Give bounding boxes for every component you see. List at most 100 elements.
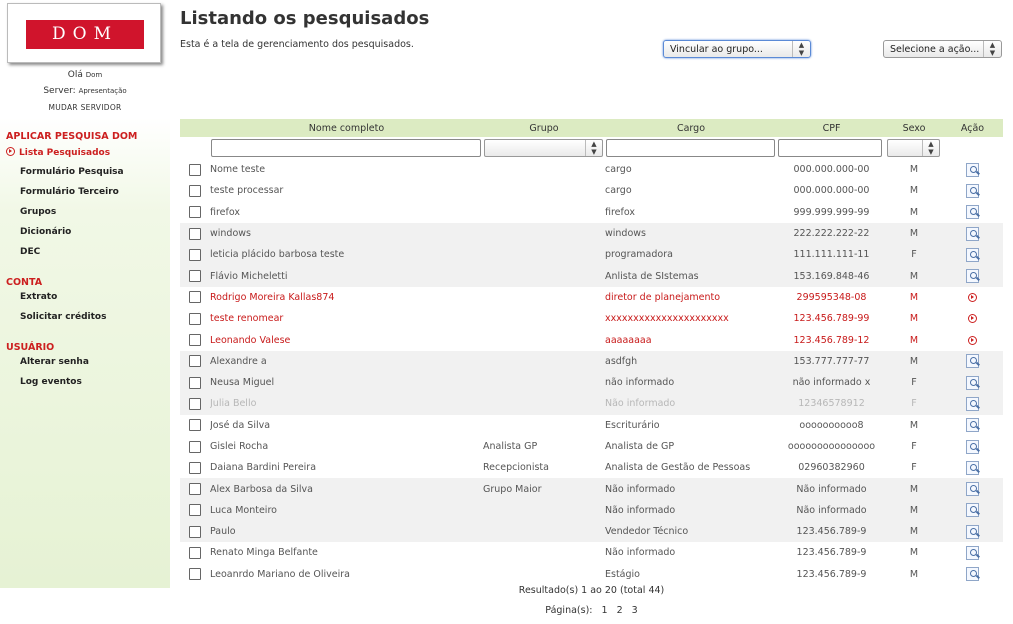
- cell-acao: [942, 265, 1003, 287]
- filter-cpf-input[interactable]: [778, 139, 882, 157]
- view-details-icon[interactable]: [966, 524, 979, 539]
- apply-search-icon[interactable]: [968, 292, 977, 302]
- table-row[interactable]: Leoanrdo Mariano de Oliveira Estágio 123.4…: [180, 564, 1003, 585]
- table-row[interactable]: firefox firefox 999.999.999-99 M: [180, 202, 1003, 223]
- table-row[interactable]: leticia plácido barbosa teste programador…: [180, 244, 1003, 266]
- cell-nome: Alexandre a: [210, 350, 483, 372]
- view-details-icon[interactable]: [966, 460, 979, 475]
- table-row[interactable]: teste processar cargo 000.000.000-00 M: [180, 180, 1003, 201]
- row-checkbox[interactable]: [189, 248, 201, 261]
- row-checkbox[interactable]: [189, 525, 201, 538]
- view-details-icon[interactable]: [966, 205, 979, 220]
- view-details-icon[interactable]: [966, 247, 979, 262]
- row-checkbox[interactable]: [189, 397, 201, 410]
- cell-cpf: 123.456.789-12: [793, 334, 870, 346]
- row-checkbox[interactable]: [189, 291, 201, 304]
- table-row[interactable]: José da Silva Escriturário oooooooooo8 M: [180, 415, 1003, 436]
- row-checkbox[interactable]: [189, 184, 201, 197]
- cell-grupo: Grupo Maior: [483, 478, 605, 500]
- view-details-icon[interactable]: [966, 269, 979, 284]
- table-row[interactable]: teste renomear xxxxxxxxxxxxxxxxxxxxxx 123.…: [180, 308, 1003, 329]
- sidebar-item-lista-pesquisados[interactable]: Lista Pesquisados: [6, 147, 110, 158]
- view-details-icon[interactable]: [966, 162, 979, 177]
- group-select[interactable]: Vincular ao grupo... ▲ ▼: [663, 40, 811, 58]
- row-checkbox[interactable]: [189, 440, 201, 453]
- cell-cpf: 123.456.789-9: [796, 568, 867, 580]
- table-row[interactable]: Paulo Vendedor Técnico 123.456.789-9 M: [180, 521, 1003, 543]
- column-header-sexo[interactable]: Sexo: [886, 119, 942, 137]
- filter-cargo-input[interactable]: [606, 139, 775, 157]
- column-header-cpf[interactable]: CPF: [777, 119, 886, 137]
- page-subtitle: Esta é a tela de gerenciamento dos pesqu…: [180, 39, 414, 50]
- view-details-icon[interactable]: [966, 183, 979, 198]
- sidebar-item-dicionario[interactable]: Dicionário: [20, 227, 71, 237]
- row-checkbox[interactable]: [189, 312, 201, 325]
- column-header-cargo[interactable]: Cargo: [605, 119, 777, 137]
- table-row[interactable]: Alex Barbosa da Silva Grupo Maior Não info…: [180, 478, 1003, 500]
- filter-sexo-select[interactable]: ▲ ▼: [887, 139, 940, 157]
- cell-nome: firefox: [210, 206, 241, 218]
- row-checkbox[interactable]: [189, 206, 201, 219]
- sidebar-item-grupos[interactable]: Grupos: [20, 207, 56, 217]
- view-details-icon[interactable]: [966, 375, 979, 390]
- page-link-1[interactable]: 1: [602, 605, 608, 616]
- view-details-icon[interactable]: [966, 418, 979, 433]
- row-checkbox[interactable]: [189, 568, 201, 581]
- cell-acao: [942, 499, 1003, 522]
- row-checkbox[interactable]: [189, 270, 201, 283]
- view-details-icon[interactable]: [966, 503, 979, 518]
- sidebar-item-dec[interactable]: DEC: [20, 247, 40, 257]
- table-row[interactable]: Nome teste cargo 000.000.000-00 M: [180, 159, 1003, 180]
- change-server-link[interactable]: MUDAR SERVIDOR: [0, 103, 170, 112]
- table-row[interactable]: Luca Monteiro Não informado Não informado M: [180, 499, 1003, 522]
- page-link-3[interactable]: 3: [632, 605, 638, 616]
- view-details-icon[interactable]: [966, 396, 979, 411]
- sidebar-item-formulario-terceiro[interactable]: Formulário Terceiro: [20, 187, 119, 197]
- view-details-icon[interactable]: [966, 567, 979, 582]
- sidebar-item-log-eventos[interactable]: Log eventos: [20, 377, 82, 387]
- view-details-icon[interactable]: [966, 439, 979, 454]
- table-row[interactable]: Renato Minga Belfante Não informado 123.45…: [180, 542, 1003, 563]
- apply-search-icon[interactable]: [968, 335, 977, 345]
- table-row[interactable]: Neusa Miguel não informado não informado x…: [180, 371, 1003, 394]
- row-checkbox[interactable]: [189, 334, 201, 347]
- column-header-grupo[interactable]: Grupo: [483, 119, 605, 137]
- cell-nome: windows: [210, 222, 483, 245]
- table-row[interactable]: windows windows 222.222.222-22 M: [180, 222, 1003, 245]
- table-row[interactable]: Flávio Micheletti Anlista de SIstemas 153.…: [180, 265, 1003, 287]
- view-details-icon[interactable]: [966, 545, 979, 560]
- table-row[interactable]: Daiana Bardini Pereira Recepcionista Anali…: [180, 457, 1003, 478]
- view-details-icon[interactable]: [966, 354, 979, 369]
- table-row[interactable]: Alexandre a asdfgh 153.777.777-77 M: [180, 350, 1003, 372]
- sidebar-item-extrato[interactable]: Extrato: [20, 292, 57, 302]
- filter-grupo-select[interactable]: ▲ ▼: [484, 139, 603, 157]
- row-checkbox[interactable]: [189, 227, 201, 240]
- cell-sexo: M: [909, 185, 919, 197]
- page-link-2[interactable]: 2: [617, 605, 623, 616]
- table-row[interactable]: Rodrigo Moreira Kallas874 diretor de plan…: [180, 287, 1003, 308]
- cell-nome: Renato Minga Belfante: [210, 547, 318, 559]
- sidebar-item-formulario-pesquisa[interactable]: Formulário Pesquisa: [20, 167, 124, 177]
- filter-row: ▲ ▼ ▲ ▼: [180, 137, 1003, 159]
- cell-sexo: F: [886, 371, 942, 394]
- view-details-icon[interactable]: [966, 226, 979, 241]
- sidebar-item-solicitar-creditos[interactable]: Solicitar créditos: [20, 312, 106, 322]
- view-details-icon[interactable]: [966, 482, 979, 497]
- table-row[interactable]: Gislei Rocha Analista GP Analista de GP ooo…: [180, 436, 1003, 457]
- table-row[interactable]: Julia Bello Não informado 12346578912 F: [180, 393, 1003, 415]
- sidebar-item-alterar-senha[interactable]: Alterar senha: [20, 357, 89, 367]
- row-checkbox[interactable]: [189, 163, 201, 176]
- apply-search-icon[interactable]: [968, 314, 977, 324]
- row-checkbox[interactable]: [189, 355, 201, 368]
- row-checkbox[interactable]: [189, 376, 201, 389]
- column-header-nome[interactable]: Nome completo: [210, 119, 483, 137]
- row-checkbox[interactable]: [189, 419, 201, 432]
- filter-nome-input[interactable]: [211, 139, 481, 157]
- row-checkbox[interactable]: [189, 461, 201, 474]
- row-checkbox[interactable]: [189, 504, 201, 517]
- greeting: Olá Dom: [67, 70, 103, 80]
- row-checkbox[interactable]: [189, 483, 201, 496]
- row-checkbox[interactable]: [189, 546, 201, 559]
- action-select[interactable]: Selecione a ação... ▲ ▼: [883, 40, 1002, 58]
- table-row[interactable]: Leonando Valese aaaaaaaa 123.456.789-12 M: [180, 329, 1003, 350]
